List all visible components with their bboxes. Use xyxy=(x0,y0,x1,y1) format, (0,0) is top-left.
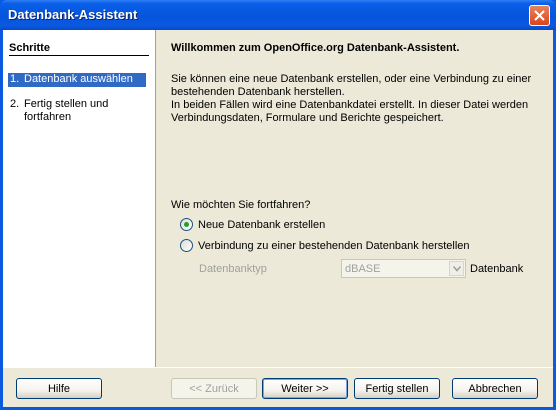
steps-heading: Schritte xyxy=(9,42,50,54)
help-button[interactable]: Hilfe xyxy=(16,378,102,399)
intro-paragraph-2: In beiden Fällen wird eine Datenbankdate… xyxy=(171,99,529,124)
footer-divider xyxy=(3,367,553,368)
window-title: Datenbank-Assistent xyxy=(8,7,138,22)
chevron-down-icon xyxy=(453,266,461,272)
question-label: Wie möchten Sie fortfahren? xyxy=(171,199,311,211)
welcome-heading: Willkommen zum OpenOffice.org Datenbank-… xyxy=(171,42,460,54)
radio-label-new-database: Neue Datenbank erstellen xyxy=(198,218,326,231)
steps-divider xyxy=(9,55,149,56)
step-label: Datenbank auswählen xyxy=(24,73,133,85)
close-icon xyxy=(534,10,545,21)
dbtype-selected-value: dBASE xyxy=(345,263,381,275)
dialog-client-area: Schritte 1. Datenbank auswählen 2. Fertig … xyxy=(3,30,553,407)
dbtype-dropdown[interactable]: dBASE xyxy=(341,259,466,278)
radio-label-connect-database: Verbindung zu einer bestehenden Datenban… xyxy=(198,239,470,252)
step-number: 1. xyxy=(10,73,20,85)
step-item-finish[interactable]: 2. Fertig stellen und fortfahren xyxy=(8,98,140,124)
cancel-button[interactable]: Abbrechen xyxy=(452,378,538,399)
finish-button[interactable]: Fertig stellen xyxy=(354,378,440,399)
step-item-select-database[interactable]: 1. Datenbank auswählen xyxy=(7,72,147,88)
radio-button[interactable] xyxy=(180,239,193,252)
step-label: Fertig stellen und fortfahren xyxy=(24,98,109,123)
radio-new-database[interactable]: Neue Datenbank erstellen xyxy=(180,218,325,231)
radio-button-checked[interactable] xyxy=(180,218,193,231)
steps-pane: Schritte 1. Datenbank auswählen 2. Fertig … xyxy=(3,30,156,367)
intro-text: Sie können eine neue Datenbank erstellen… xyxy=(171,73,546,125)
step-number: 2. xyxy=(10,98,20,110)
next-button[interactable]: Weiter >> xyxy=(262,378,348,399)
dbtype-suffix-label: Datenbank xyxy=(470,263,524,275)
close-button[interactable] xyxy=(529,5,550,26)
dbtype-label: Datenbanktyp xyxy=(199,263,267,275)
dialog-window: Datenbank-Assistent Schritte 1. Datenbank… xyxy=(0,0,556,410)
back-button[interactable]: << Zurück xyxy=(171,378,257,399)
intro-paragraph-1: Sie können eine neue Datenbank erstellen… xyxy=(171,73,532,98)
title-bar[interactable]: Datenbank-Assistent xyxy=(0,0,556,30)
content-pane: Willkommen zum OpenOffice.org Datenbank-… xyxy=(156,30,553,367)
dropdown-arrow-button[interactable] xyxy=(449,261,464,276)
radio-connect-database[interactable]: Verbindung zu einer bestehenden Datenban… xyxy=(180,239,470,252)
